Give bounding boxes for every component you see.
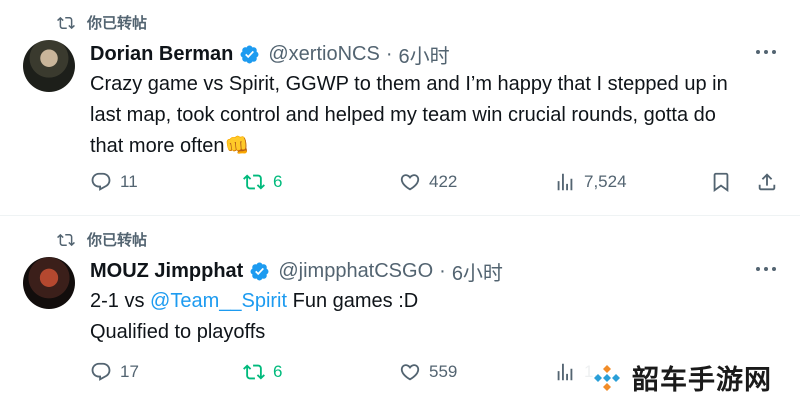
repost-icon — [57, 16, 75, 29]
repost-indicator: 你已转帖 — [57, 12, 147, 33]
reply-button[interactable]: 11 — [90, 171, 138, 193]
heart-icon — [400, 364, 420, 381]
timestamp[interactable]: 6小时 — [452, 257, 503, 286]
repost-label: 你已转帖 — [87, 15, 148, 32]
watermark-logo-icon — [594, 364, 620, 391]
reply-icon — [91, 172, 111, 191]
author-name[interactable]: Dorian Berman — [90, 43, 233, 66]
repost-button[interactable]: 6 — [243, 361, 282, 383]
site-watermark: 韶车手游网 — [584, 355, 792, 400]
verified-badge-icon[interactable] — [239, 44, 260, 65]
tweet-text: Crazy game vs Spirit, GGWP to them and I… — [90, 69, 790, 162]
watermark-text: 韶车手游网 — [632, 365, 772, 395]
repost-count: 6 — [273, 172, 283, 191]
share-icon — [758, 173, 776, 191]
separator-dot: · — [385, 43, 393, 65]
reply-icon — [91, 362, 111, 381]
tweet-text-line: that more often👊 — [90, 135, 250, 157]
views-button[interactable]: 7,524 — [554, 171, 627, 193]
action-bar: 11 6 422 7,524 — [90, 171, 790, 201]
heart-icon — [400, 174, 420, 191]
repost-indicator: 你已转帖 — [57, 229, 147, 250]
views-chart-icon — [557, 173, 573, 191]
bookmark-button[interactable] — [710, 171, 740, 193]
like-count: 422 — [429, 172, 458, 191]
like-button[interactable]: 559 — [399, 361, 457, 383]
separator-dot: · — [439, 260, 446, 282]
more-options-icon[interactable] — [756, 267, 776, 271]
tweet-text: 2-1 vs @Team__Spirit Fun games :D Qualif… — [90, 286, 790, 348]
mention-link[interactable]: @Team__Spirit — [150, 290, 287, 312]
reply-count: 17 — [120, 362, 139, 381]
repost-icon — [57, 233, 75, 246]
like-button[interactable]: 422 — [399, 171, 457, 193]
reply-button[interactable]: 17 — [90, 361, 139, 383]
avatar[interactable] — [23, 40, 75, 92]
view-count: 7,524 — [584, 172, 627, 191]
reply-count: 11 — [120, 172, 138, 191]
bookmark-icon — [713, 172, 729, 193]
timestamp[interactable]: 6小时 — [398, 40, 449, 69]
repost-count: 6 — [273, 362, 283, 381]
verified-badge-icon[interactable] — [249, 261, 270, 282]
more-options-icon[interactable] — [756, 50, 776, 54]
tweet-header: Dorian Berman @xertioNCS · 6小时 — [90, 40, 450, 69]
views-chart-icon — [557, 363, 573, 381]
share-button[interactable] — [756, 171, 786, 193]
repost-icon — [243, 364, 265, 380]
tweet-text-line: Qualified to playoffs — [90, 321, 266, 343]
tweet-text-line: Crazy game vs Spirit, GGWP to them and I… — [90, 73, 728, 95]
avatar[interactable] — [23, 257, 75, 309]
tweet[interactable]: 你已转帖 Dorian Berman @xertioNCS · 6小时 Craz… — [0, 0, 800, 216]
author-handle[interactable]: @jimpphatCSGO — [278, 260, 433, 283]
author-handle[interactable]: @xertioNCS — [268, 43, 379, 66]
tweet-text-line: last map, took control and helped my tea… — [90, 104, 716, 126]
text-segment: Fun games :D — [287, 290, 419, 312]
repost-label: 你已转帖 — [87, 232, 148, 249]
text-segment: 2-1 vs — [90, 290, 151, 312]
author-name[interactable]: MOUZ Jimpphat — [90, 260, 243, 283]
like-count: 559 — [429, 362, 458, 381]
tweet-header: MOUZ Jimpphat @jimpphatCSGO · 6小时 — [90, 257, 503, 286]
repost-icon — [243, 174, 265, 190]
tweet-text-line: 2-1 vs @Team__Spirit Fun games :D — [90, 286, 790, 317]
repost-button[interactable]: 6 — [243, 171, 282, 193]
